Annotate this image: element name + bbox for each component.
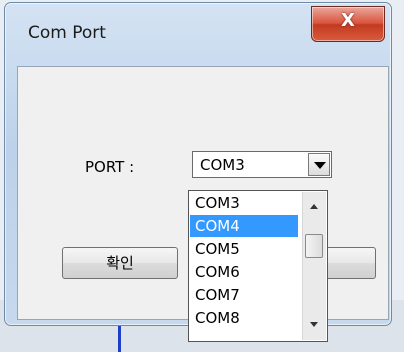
port-combobox[interactable]: COM3: [192, 151, 332, 178]
window-title: Com Port: [28, 23, 106, 43]
list-item[interactable]: COM7: [190, 284, 298, 306]
scrollbar-thumb[interactable]: [305, 234, 323, 258]
port-dropdown-list[interactable]: COM3 COM4 COM5 COM6 COM7 COM8: [188, 190, 328, 342]
list-item[interactable]: COM6: [190, 261, 298, 283]
port-label: PORT :: [85, 158, 135, 176]
scroll-down-icon[interactable]: [303, 314, 326, 336]
scroll-up-icon[interactable]: [303, 196, 326, 218]
close-button[interactable]: X: [311, 6, 385, 42]
confirm-button[interactable]: 확인: [62, 247, 178, 279]
dropdown-scrollbar[interactable]: [302, 192, 326, 340]
list-item[interactable]: COM5: [190, 238, 298, 260]
chevron-down-icon[interactable]: [308, 153, 330, 176]
port-combobox-value: COM3: [200, 156, 245, 174]
close-icon: X: [341, 10, 355, 31]
list-item[interactable]: COM3: [190, 192, 298, 214]
list-item-selected[interactable]: COM4: [190, 215, 298, 237]
list-item[interactable]: COM8: [190, 307, 298, 329]
